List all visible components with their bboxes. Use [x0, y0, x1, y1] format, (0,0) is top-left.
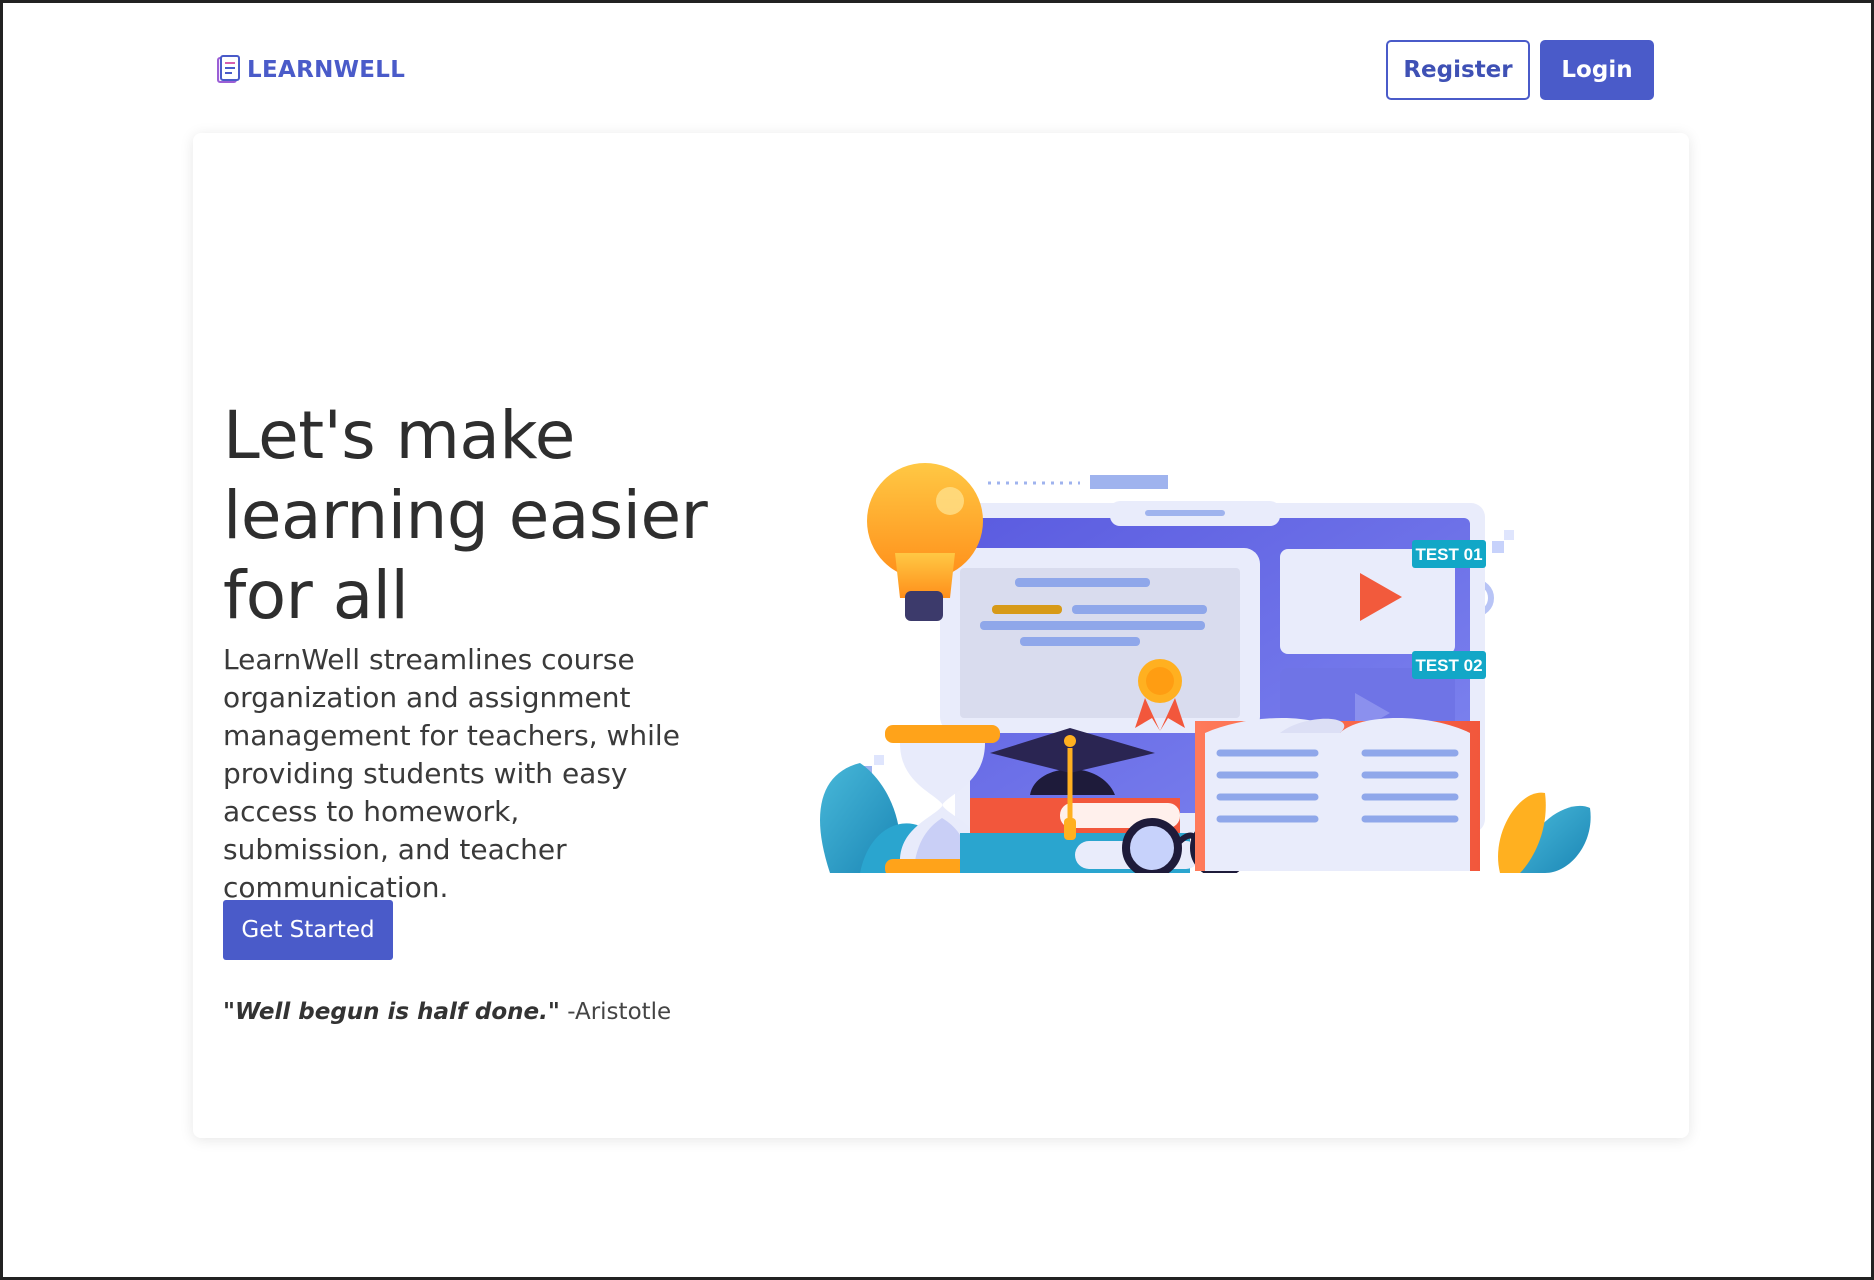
test-02-tag: TEST 02	[1415, 656, 1482, 675]
hero-card: Let's make learning easier for all Learn…	[193, 133, 1689, 1138]
quote: "Well begun is half done." -Aristotle	[223, 999, 823, 1025]
learning-illustration: TEST 01 TEST 02	[800, 463, 1600, 893]
get-started-button[interactable]: Get Started	[223, 900, 393, 960]
register-button[interactable]: Register	[1386, 40, 1530, 100]
hero-description: LearnWell streamlines course organizatio…	[223, 643, 680, 904]
open-book-icon	[1195, 718, 1480, 871]
brand-name: LEARNWELL	[247, 57, 406, 83]
page-frame: LEARNWELL Register Login Let's make lear…	[0, 0, 1874, 1280]
plant-right	[1498, 792, 1591, 873]
notebook-icon	[215, 55, 241, 85]
hero-illustration: TEST 01 TEST 02	[800, 393, 1600, 893]
brand-logo[interactable]: LEARNWELL	[215, 53, 405, 87]
test-01-tag: TEST 01	[1415, 545, 1482, 564]
login-button[interactable]: Login	[1540, 40, 1654, 100]
quote-text: "Well begun is half done."	[223, 999, 560, 1025]
navbar: LEARNWELL Register Login	[193, 39, 1659, 101]
hero-title: Let's make learning easier for all	[223, 397, 708, 634]
quote-author: -Aristotle	[567, 999, 672, 1025]
